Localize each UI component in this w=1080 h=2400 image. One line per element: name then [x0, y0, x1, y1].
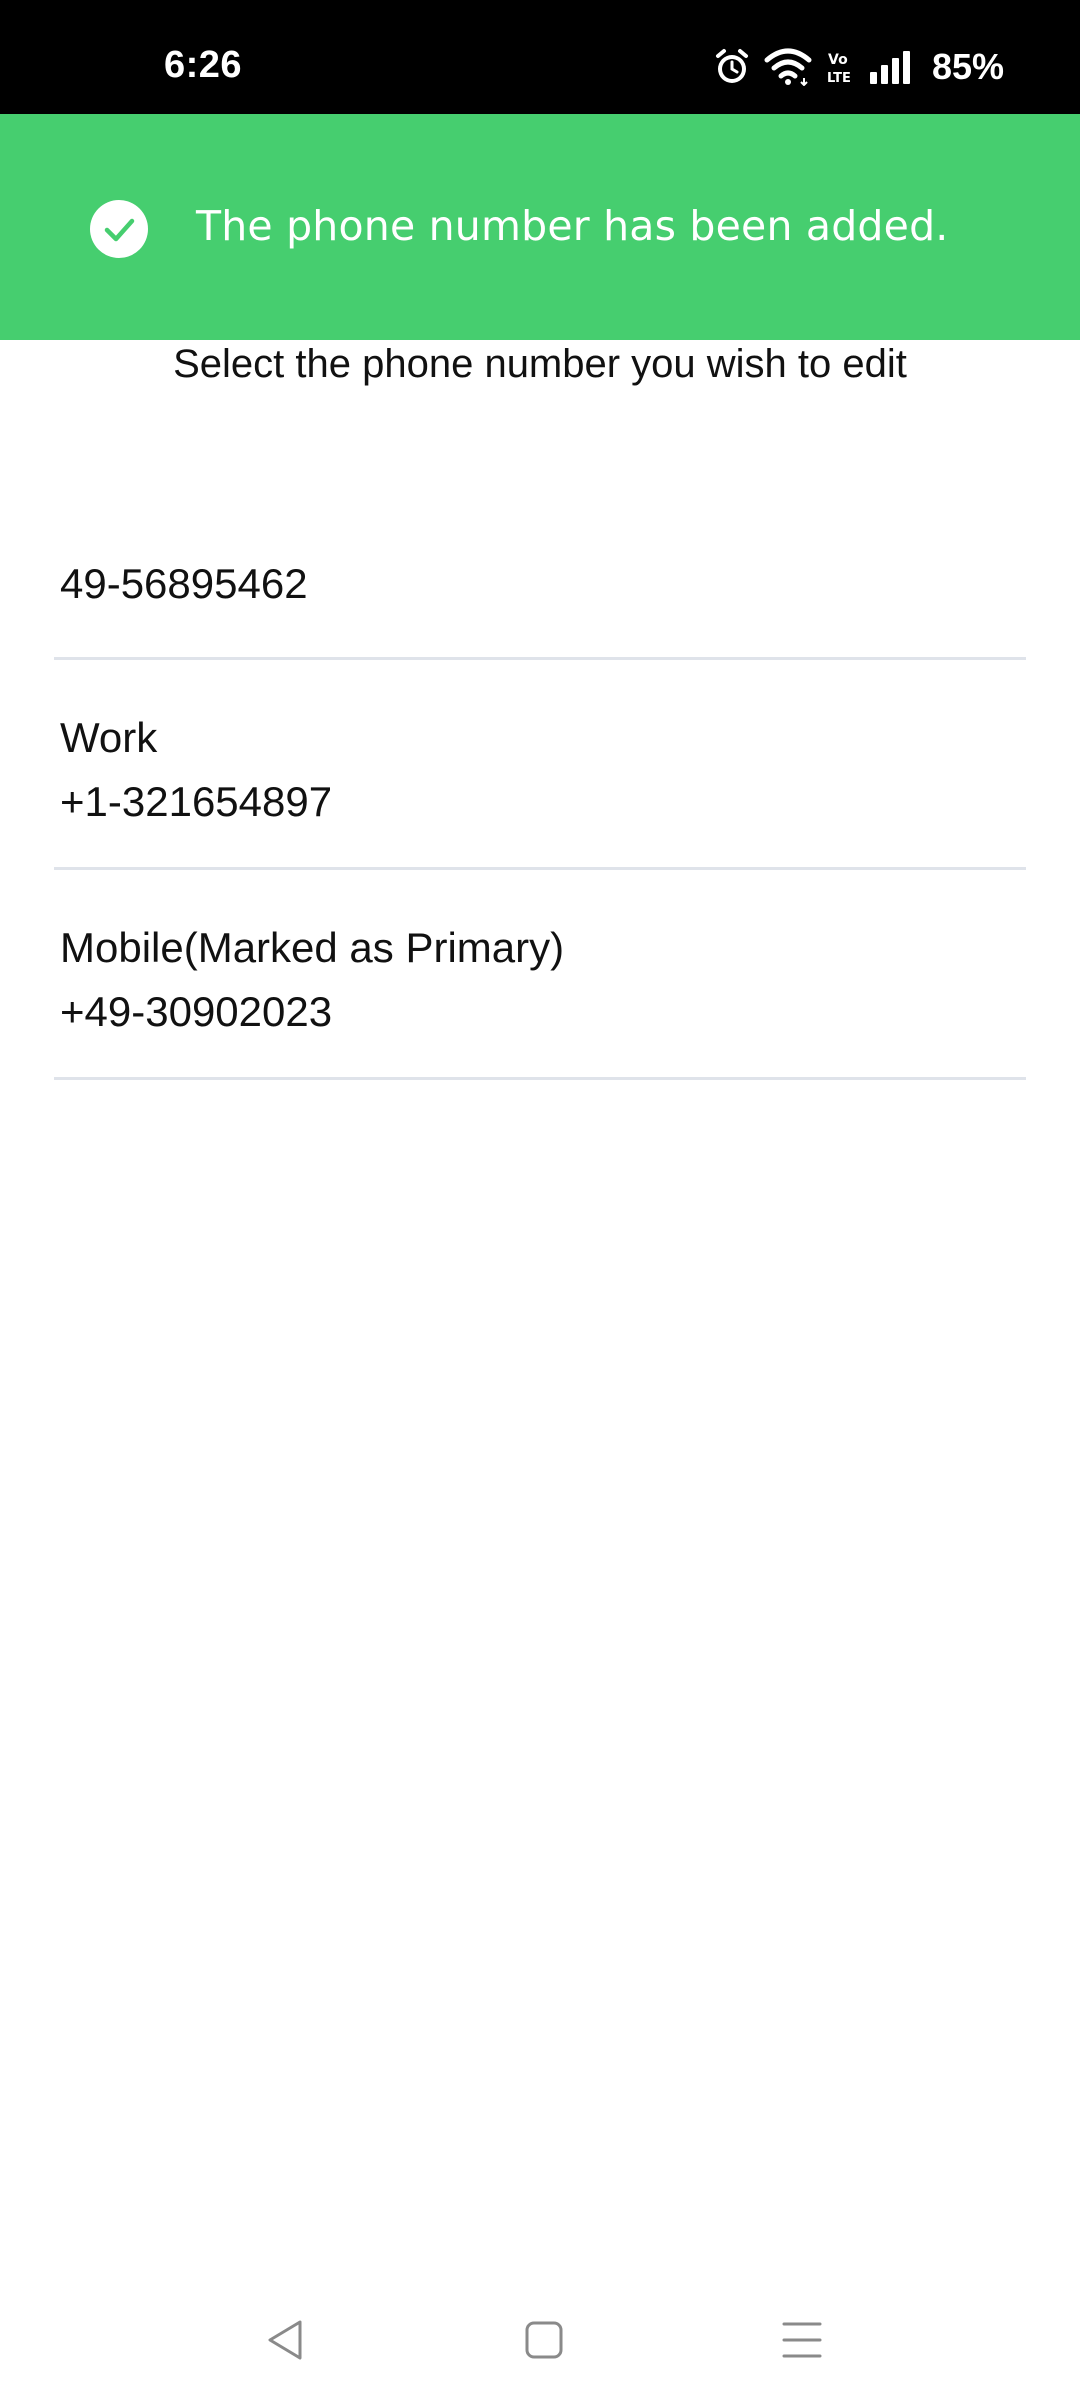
- success-toast: The phone number has been added.: [0, 114, 1080, 340]
- svg-text:Vo: Vo: [828, 52, 848, 68]
- battery-level: 85%: [931, 46, 1004, 87]
- signal-icon: [868, 50, 914, 84]
- check-circle-icon: [90, 200, 148, 258]
- svg-text:LTE: LTE: [827, 71, 851, 86]
- phone-item-work[interactable]: Work +1-321654897: [54, 660, 1026, 870]
- phone-item-1[interactable]: 49-56895462: [54, 454, 1026, 660]
- menu-icon[interactable]: [772, 2310, 832, 2370]
- home-icon[interactable]: [514, 2310, 574, 2370]
- status-bar: 6:26 Vo LTE 85%: [0, 0, 1080, 114]
- wifi-icon: [764, 48, 812, 86]
- phone-number: +1-321654897: [60, 778, 333, 825]
- toast-message: The phone number has been added.: [196, 202, 949, 250]
- volte-icon: Vo LTE: [826, 48, 854, 86]
- phone-number: 49-56895462: [60, 560, 308, 607]
- status-time: 6:26: [164, 44, 243, 86]
- phone-item-mobile-primary[interactable]: Mobile(Marked as Primary) +49-30902023: [54, 870, 1026, 1080]
- phone-label: Work: [60, 714, 158, 761]
- phone-number: +49-30902023: [60, 988, 333, 1035]
- phone-number-list: 49-56895462 Work +1-321654897 Mobile(Mar…: [54, 454, 1026, 1080]
- system-nav-bar: [0, 2280, 1080, 2400]
- phone-label: Mobile(Marked as Primary): [60, 924, 565, 971]
- back-icon[interactable]: [256, 2310, 316, 2370]
- status-icons: Vo LTE 85%: [714, 44, 1004, 90]
- alarm-icon: [714, 48, 750, 86]
- page-instruction: Select the phone number you wish to edit: [173, 342, 907, 386]
